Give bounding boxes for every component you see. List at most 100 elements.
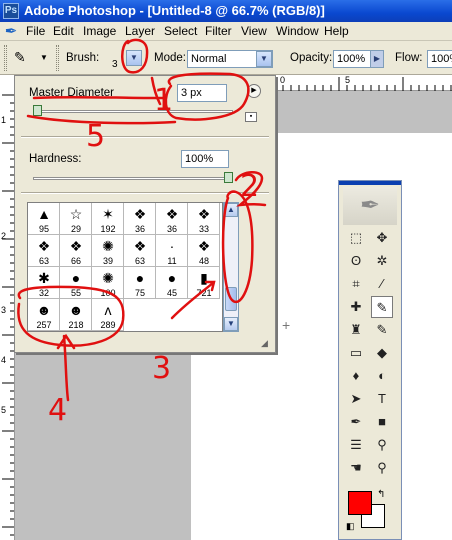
brush-preset-cell[interactable]: ✺ 39 (92, 235, 124, 267)
brush-tool-preset-icon[interactable]: ✎ (14, 49, 38, 67)
magic-wand-tool-icon[interactable]: ✲ (371, 250, 393, 272)
brush-preset-cell[interactable]: ❖ 66 (60, 235, 92, 267)
starburst-brush-icon: ✶ (102, 206, 114, 222)
left-ruler-label: 5 (1, 405, 7, 415)
menu-layer[interactable]: Layer (125, 24, 155, 38)
history-brush-tool-icon[interactable]: ✎ (371, 319, 393, 341)
left-ruler-label: 3 (1, 305, 7, 315)
brush-size-label: 63 (38, 256, 49, 266)
menu-file[interactable]: File (26, 24, 45, 38)
clone-stamp-tool-icon[interactable]: ♜ (345, 319, 367, 341)
pumpkin-brush-icon: ☻ (36, 302, 52, 318)
brush-size-preview: 3 (112, 59, 118, 70)
brush-preset-cell[interactable]: ❖ 63 (28, 235, 60, 267)
canvas-background-area (275, 91, 452, 133)
master-diameter-input[interactable]: 3 px (177, 84, 227, 102)
brush-preset-cell[interactable]: ❖ 48 (188, 235, 220, 267)
brush-preset-cell[interactable]: ᴧ 289 (92, 299, 124, 331)
scroll-thumb[interactable] (225, 287, 237, 311)
title-bar: Ps Adobe Photoshop - [Untitled-8 @ 66.7%… (0, 0, 452, 22)
menu-bar: ✒ File Edit Image Layer Select Filter Vi… (0, 22, 452, 41)
menu-filter[interactable]: Filter (205, 24, 232, 38)
rectangle-tool-icon[interactable]: ■ (371, 411, 393, 433)
brush-preset-cell[interactable]: ❖ 33 (188, 203, 220, 235)
brush-size-label: 75 (134, 288, 145, 298)
brush-grid-scrollbar[interactable]: ▲ ▼ (223, 202, 239, 332)
brush-size-label: 66 (70, 256, 81, 266)
canvas-background-area-left (15, 352, 191, 540)
options-bar-grip[interactable] (4, 45, 7, 71)
brush-size-label: 289 (100, 320, 116, 330)
master-diameter-slider[interactable] (33, 110, 233, 113)
scroll-up-arrow-icon[interactable]: ▲ (224, 203, 238, 217)
brush-size-label: 63 (134, 256, 145, 266)
brush-preset-cell[interactable]: ❖ 63 (124, 235, 156, 267)
hardness-slider[interactable] (33, 177, 233, 180)
menu-image[interactable]: Image (83, 24, 116, 38)
brush-preset-cell[interactable]: ✱ 32 (28, 267, 60, 299)
brush-preset-cell[interactable]: ❖ 36 (124, 203, 156, 235)
brush-preset-cell[interactable]: ● 55 (60, 267, 92, 299)
hand-tool-icon[interactable]: ☚ (345, 457, 367, 479)
foreground-color-swatch[interactable] (348, 491, 372, 515)
zoom-tool-icon[interactable]: ⚲ (371, 457, 393, 479)
brush-preset-cell[interactable]: ☻ 257 (28, 299, 60, 331)
crosshair-cursor-icon: + (282, 317, 291, 333)
brush-tool-icon[interactable]: ✎ (371, 296, 393, 318)
brush-preset-cell[interactable]: ▮ 721 (188, 267, 220, 299)
brush-preset-cell[interactable]: ✺ 100 (92, 267, 124, 299)
tools-palette-titlebar[interactable] (339, 181, 401, 185)
opacity-input[interactable]: 100% (333, 50, 371, 68)
brush-preset-cell[interactable]: ● 75 (124, 267, 156, 299)
brush-preset-cell[interactable]: ❖ 36 (156, 203, 188, 235)
move-tool-icon[interactable]: ✥ (371, 227, 393, 249)
healing-brush-tool-icon[interactable]: ✚ (345, 296, 367, 318)
eraser-tool-icon[interactable]: ▭ (345, 342, 367, 364)
tool-preset-dropdown-icon[interactable]: ▼ (40, 53, 48, 62)
flow-input[interactable]: 100% (427, 50, 452, 68)
brush-picker-dropdown-button[interactable]: ▼ (126, 50, 142, 66)
dodge-tool-icon[interactable]: ◐ (371, 365, 393, 387)
paint-bucket-tool-icon[interactable]: ◆ (371, 342, 393, 364)
resize-grip-icon[interactable]: ◢ (261, 338, 271, 348)
save-preset-icon[interactable]: ▪ (245, 112, 257, 122)
left-ruler: 1 2 3 4 5 (0, 75, 15, 540)
default-colors-icon[interactable]: ◧ (346, 521, 355, 532)
lasso-tool-icon[interactable]: ʘ (345, 250, 367, 272)
swap-colors-icon[interactable]: ↰ (377, 489, 385, 500)
flow-label: Flow: (395, 52, 423, 64)
mode-select[interactable]: Normal ▼ (187, 50, 273, 68)
crop-tool-icon[interactable]: ⌗ (345, 273, 367, 295)
mode-dropdown-icon[interactable]: ▼ (256, 51, 272, 67)
app-feather-icon[interactable]: ✒ (2, 23, 20, 40)
brush-preset-cell[interactable]: ☻ 218 (60, 299, 92, 331)
brush-preset-cell[interactable]: ● 45 (156, 267, 188, 299)
menu-edit[interactable]: Edit (53, 24, 74, 38)
master-diameter-slider-thumb[interactable] (33, 105, 42, 116)
panel-menu-arrow-icon[interactable]: ▶ (247, 84, 261, 98)
menu-window[interactable]: Window (276, 24, 319, 38)
type-tool-icon[interactable]: T (371, 388, 393, 410)
brush-preset-cell[interactable]: ☆ 29 (60, 203, 92, 235)
brush-preset-cell[interactable]: ▲ 95 (28, 203, 60, 235)
slice-tool-icon[interactable]: ⁄ (371, 273, 393, 295)
pen-tool-icon[interactable]: ✒ (345, 411, 367, 433)
path-selection-tool-icon[interactable]: ➤ (345, 388, 367, 410)
brush-preset-cell[interactable]: · 11 (156, 235, 188, 267)
eyedropper-tool-icon[interactable]: ⚲ (371, 434, 393, 456)
notes-tool-icon[interactable]: ☰ (345, 434, 367, 456)
menu-help[interactable]: Help (324, 24, 349, 38)
hardness-input[interactable]: 100% (181, 150, 229, 168)
brush-size-label: 33 (198, 224, 209, 234)
scroll-down-arrow-icon[interactable]: ▼ (224, 317, 238, 331)
blur-tool-icon[interactable]: ♦ (345, 365, 367, 387)
menu-view[interactable]: View (241, 24, 267, 38)
splatter-brush-icon: ✱ (38, 270, 50, 286)
menu-select[interactable]: Select (164, 24, 197, 38)
brush-preset-cell[interactable]: ✶ 192 (92, 203, 124, 235)
opacity-slider-button[interactable]: ▶ (370, 50, 384, 68)
marquee-tool-icon[interactable]: ⬚ (345, 227, 367, 249)
scattered-maple-brush-icon: ❖ (69, 238, 83, 254)
feather-logo-icon[interactable]: ✒ (343, 187, 397, 225)
hardness-slider-thumb[interactable] (224, 172, 233, 183)
